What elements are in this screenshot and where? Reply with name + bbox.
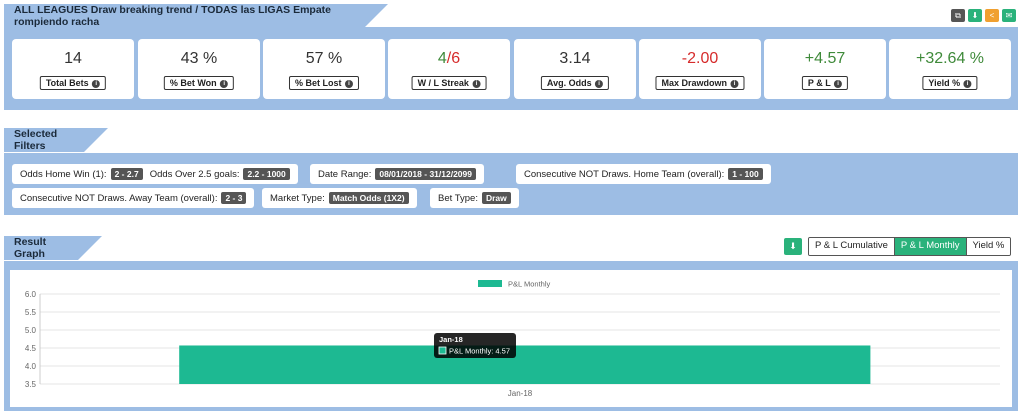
graph-title-tab: Result Graph — [4, 236, 102, 260]
chart-bar — [179, 345, 871, 384]
filters-panel: Odds Home Win (1): 2 - 2.7 Odds Over 2.5… — [4, 153, 1018, 215]
x-tick-label: Jan-18 — [508, 389, 533, 398]
stat-card-yield: +32.64 % Yield % i — [889, 39, 1011, 99]
legend-label: P&L Monthly — [508, 280, 550, 289]
info-icon: i — [963, 80, 972, 88]
filter-badge: 2 - 3 — [221, 192, 247, 204]
filter-badge: Draw — [481, 192, 511, 204]
stat-card-max-drawdown: -2.00 Max Drawdown i — [639, 39, 761, 99]
stat-label-button[interactable]: Total Bets i — [39, 76, 107, 90]
filter-label: Date Range: — [318, 168, 372, 180]
filters-title-tab: Selected Filters — [4, 128, 108, 152]
filter-odds: Odds Home Win (1): 2 - 2.7 Odds Over 2.5… — [12, 164, 298, 184]
info-icon: i — [92, 80, 101, 88]
stat-card-total-bets: 14 Total Bets i — [12, 39, 134, 99]
graph-mode-switch: P & L Cumulative P & L Monthly Yield % — [808, 237, 1012, 256]
strategy-title-tab: ALL LEAGUES Draw breaking trend / TODAS … — [4, 4, 388, 28]
info-icon: i — [730, 80, 739, 88]
stat-label-button[interactable]: % Bet Lost i — [288, 76, 360, 90]
stat-label-text: Yield % — [928, 78, 961, 88]
filter-badge: Match Odds (1X2) — [328, 192, 409, 204]
filter-cons-away: Consecutive NOT Draws. Away Team (overal… — [12, 188, 255, 208]
filter-bet-type: Bet Type: Draw — [430, 188, 519, 208]
stat-value: 4/6 — [388, 50, 510, 68]
stat-label-text: Max Drawdown — [661, 78, 727, 88]
filter-label: Bet Type: — [438, 192, 478, 204]
stat-label-button[interactable]: W / L Streak i — [411, 76, 487, 90]
filter-label: Odds Home Win (1): — [20, 168, 107, 180]
loss-streak-value: 6 — [451, 50, 461, 67]
y-tick-label: 3.5 — [25, 380, 37, 389]
chart-area: 6.0 5.5 5.0 4.5 4.0 3.5 P&L Monthly Jan-18 Jan-1… — [10, 270, 1012, 407]
info-icon: i — [595, 80, 604, 88]
y-tick-label: 6.0 — [25, 290, 37, 299]
y-tick-label: 4.0 — [25, 362, 37, 371]
stat-card-pl: +4.57 P & L i — [764, 39, 886, 99]
stat-label-text: % Bet Won — [169, 78, 217, 88]
strategy-title: ALL LEAGUES Draw breaking trend / TODAS … — [14, 4, 332, 28]
graph-controls: ⬇ P & L Cumulative P & L Monthly Yield % — [784, 237, 1012, 256]
info-icon: i — [220, 80, 229, 88]
stat-label-button[interactable]: P & L i — [801, 76, 849, 90]
filter-badge: 1 - 100 — [728, 168, 763, 180]
filter-cons-home: Consecutive NOT Draws. Home Team (overal… — [516, 164, 771, 184]
filters-title: Selected Filters — [14, 128, 58, 152]
download-icon[interactable]: ⬇ — [784, 238, 802, 255]
stats-panel: 14 Total Bets i 43 % % Bet Won i 57 % % … — [4, 29, 1018, 110]
stat-value: +32.64 % — [915, 50, 985, 67]
stat-label-text: % Bet Lost — [294, 78, 342, 88]
stat-value: -2.00 — [681, 50, 719, 67]
info-icon: i — [345, 80, 354, 88]
y-tick-label: 5.0 — [25, 326, 37, 335]
filter-badge: 08/01/2018 - 31/12/2099 — [375, 168, 476, 180]
info-icon: i — [472, 80, 481, 88]
y-tick-label: 4.5 — [25, 344, 37, 353]
info-icon: i — [834, 80, 843, 88]
email-icon[interactable]: ✉ — [1002, 9, 1016, 22]
download-icon[interactable]: ⬇ — [968, 9, 982, 22]
filter-date-range: Date Range: 08/01/2018 - 31/12/2099 — [310, 164, 484, 184]
filter-badge: 2 - 2.7 — [110, 168, 143, 180]
tooltip-swatch — [438, 346, 447, 355]
filter-label: Odds Over 2.5 goals: — [149, 168, 240, 180]
stat-label-text: W / L Streak — [417, 78, 469, 88]
stat-label-button[interactable]: Avg. Odds i — [540, 76, 610, 90]
stat-value: +4.57 — [804, 50, 846, 67]
stat-label-button[interactable]: Max Drawdown i — [655, 76, 745, 90]
pl-monthly-chart: 6.0 5.5 5.0 4.5 4.0 3.5 P&L Monthly Jan-18 Jan-1… — [25, 280, 1000, 398]
y-tick-label: 5.5 — [25, 308, 37, 317]
stat-card-wl-streak: 4/6 W / L Streak i — [388, 39, 510, 99]
tooltip-title: Jan-18 — [439, 335, 463, 344]
tab-pl-cumulative[interactable]: P & L Cumulative — [809, 238, 895, 255]
filter-label: Consecutive NOT Draws. Home Team (overal… — [524, 168, 725, 180]
stat-value: 3.14 — [559, 50, 591, 67]
stat-value: 14 — [64, 50, 82, 67]
filter-label: Market Type: — [270, 192, 325, 204]
graph-title: Result Graph — [14, 236, 47, 260]
stat-label-text: Total Bets — [45, 78, 89, 88]
tab-pl-monthly[interactable]: P & L Monthly — [894, 238, 967, 255]
filter-market-type: Market Type: Match Odds (1X2) — [262, 188, 417, 208]
header-actions: ⧉ ⬇ < ✉ — [951, 9, 1016, 22]
tab-yield[interactable]: Yield % — [966, 238, 1011, 255]
stat-label-text: Avg. Odds — [546, 78, 592, 88]
copy-icon[interactable]: ⧉ — [951, 9, 965, 22]
stat-label-button[interactable]: % Bet Won i — [163, 76, 235, 90]
legend-swatch — [478, 280, 502, 287]
win-streak-value: 4 — [437, 50, 447, 67]
stat-card-bet-lost: 57 % % Bet Lost i — [263, 39, 385, 99]
tooltip-text: P&L Monthly: 4.57 — [449, 347, 510, 356]
stat-value: 57 % — [305, 50, 343, 67]
stat-label-button[interactable]: Yield % i — [922, 76, 978, 90]
stat-value: 43 % — [180, 50, 218, 67]
filter-label: Consecutive NOT Draws. Away Team (overal… — [20, 192, 218, 204]
stat-card-avg-odds: 3.14 Avg. Odds i — [514, 39, 636, 99]
filter-badge: 2.2 - 1000 — [243, 168, 290, 180]
stat-label-text: P & L — [807, 78, 831, 88]
share-icon[interactable]: < — [985, 9, 999, 22]
graph-panel: 6.0 5.5 5.0 4.5 4.0 3.5 P&L Monthly Jan-18 Jan-1… — [4, 261, 1018, 411]
stat-card-bet-won: 43 % % Bet Won i — [138, 39, 260, 99]
